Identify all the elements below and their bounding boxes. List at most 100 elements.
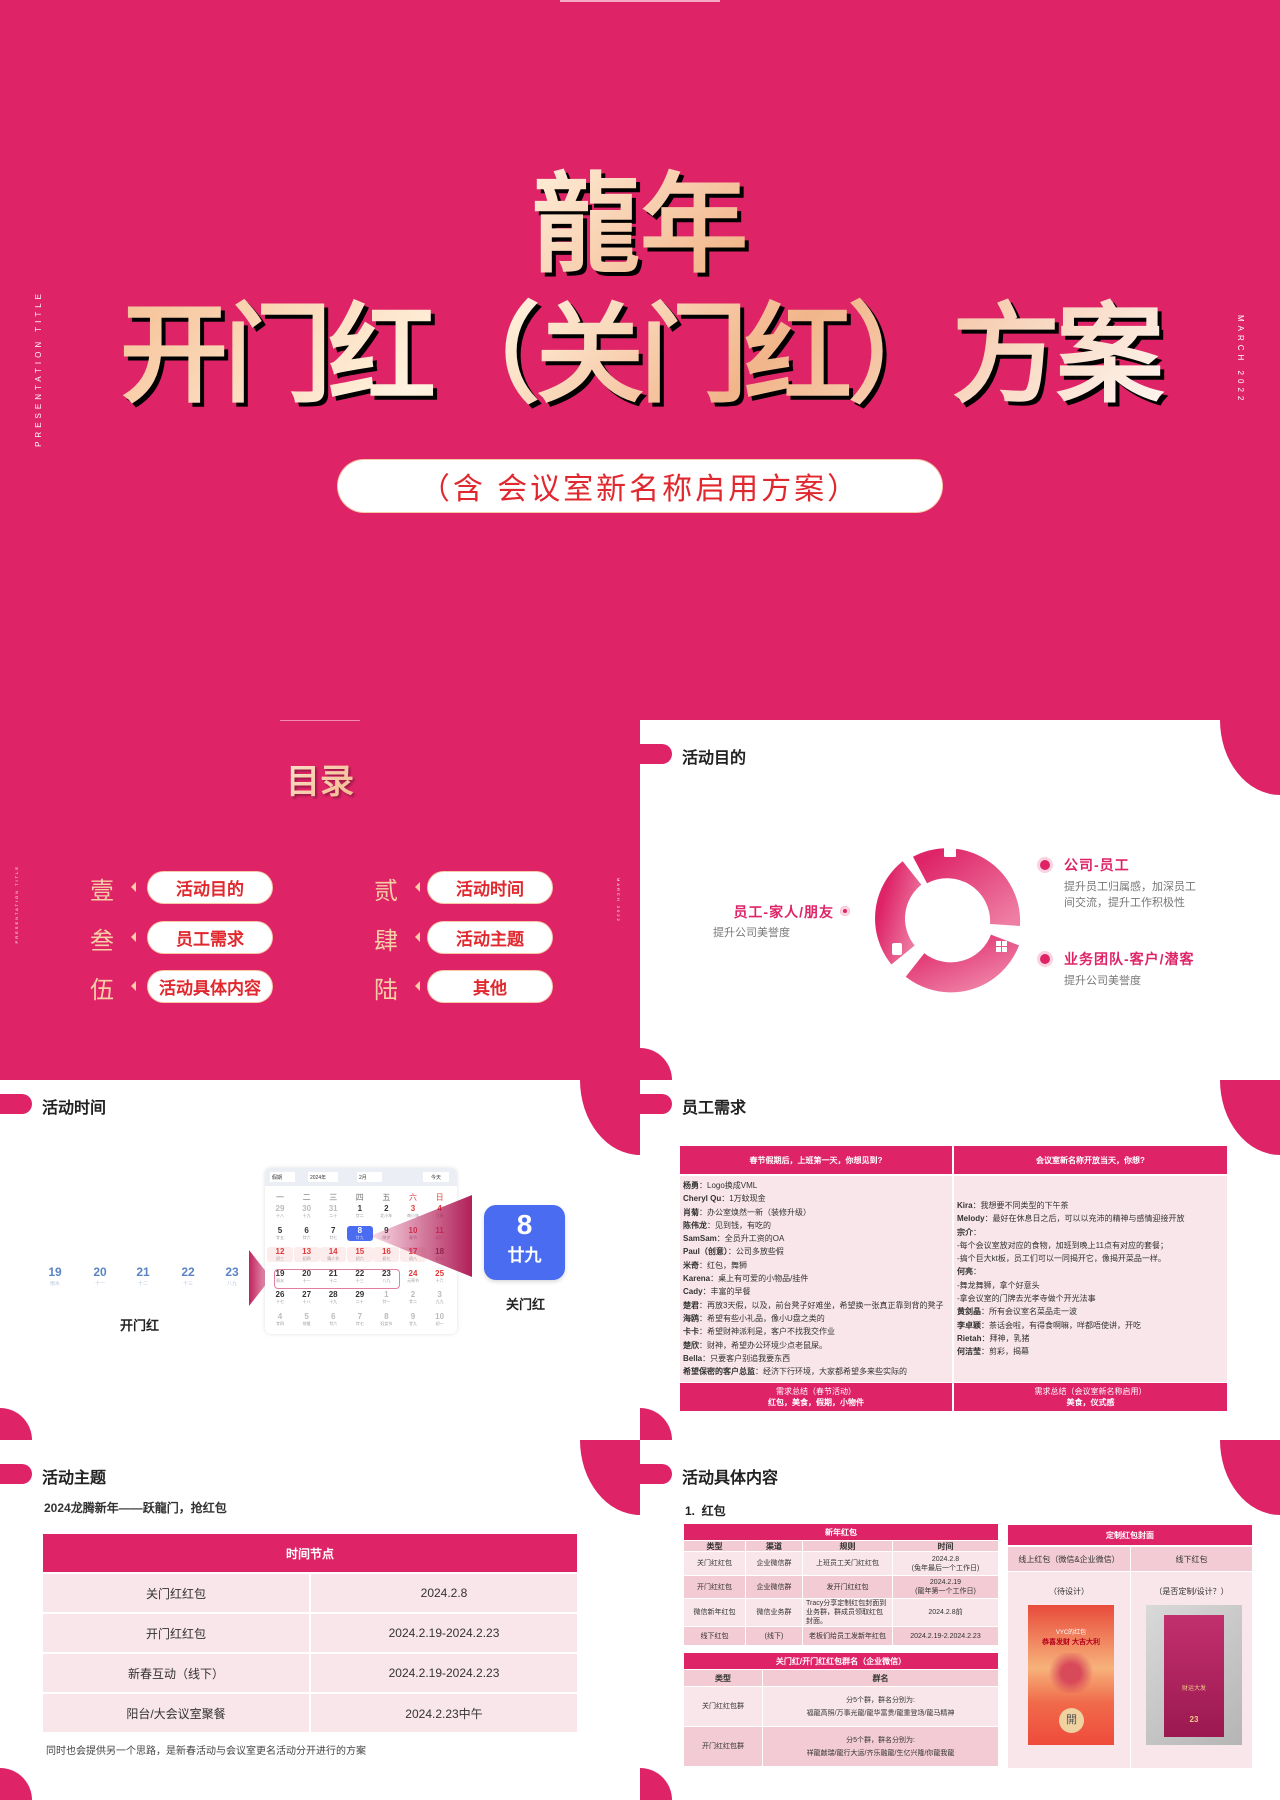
- day-number: 13: [302, 1247, 312, 1256]
- calendar-day[interactable]: 10 初一: [427, 1312, 453, 1327]
- needs-line: Karena：桌上有可爱的小物品/挂件: [683, 1272, 949, 1285]
- calendar-day[interactable]: 31 二十: [320, 1204, 346, 1219]
- calendar-day[interactable]: 26 十七: [267, 1290, 293, 1305]
- day-number: 15: [355, 1247, 365, 1256]
- calendar-day[interactable]: 30 十九: [294, 1204, 320, 1219]
- day-number: 25: [435, 1268, 445, 1278]
- week-highlight-box: [274, 1269, 400, 1289]
- needs-line: Melody：最好在休息日之后，可以以充沛的精神与感情迎接开放: [957, 1212, 1224, 1225]
- needs-col2-body: Kira：我想要不同类型的下午茶 Melody：最好在休息日之后，可以以充沛的精神…: [954, 1176, 1227, 1382]
- year-select[interactable]: 2024年: [308, 1172, 338, 1182]
- calendar-day[interactable]: 25 十六: [427, 1269, 453, 1284]
- calendar-day[interactable]: 8 妇女节: [373, 1312, 399, 1327]
- calendar-day[interactable]: 12 初三: [267, 1247, 293, 1262]
- weekday-header: 三: [329, 1193, 338, 1202]
- needs-line: 杨勇：Logo换成VML: [683, 1179, 949, 1192]
- cover-slide: 龍年 开门红（关门红）方案 PRESENTATION TITLE MARCH 2…: [0, 0, 1280, 720]
- needs-line: 何亮：: [957, 1265, 1224, 1278]
- calendar-day[interactable]: 7 廿七: [320, 1226, 346, 1241]
- today-button[interactable]: 今天: [423, 1172, 449, 1182]
- calendar-day[interactable]: 16 初七: [373, 1247, 400, 1262]
- toc-item-0[interactable]: 活动目的: [148, 872, 272, 903]
- respondent-name: 楚欣: [683, 1340, 699, 1350]
- corner-decoration: [1220, 720, 1280, 795]
- date-lunar: 十二: [137, 1281, 148, 1287]
- calendar-day[interactable]: 5 惊蛰: [294, 1312, 320, 1327]
- date-lunar: 十三: [182, 1281, 193, 1287]
- respondent-name: SamSam: [683, 1234, 717, 1244]
- calendar-day[interactable]: 1 廿二: [347, 1204, 373, 1219]
- day-number: 4: [277, 1311, 283, 1321]
- toc-arrow-icon: [131, 981, 136, 991]
- calendar-day[interactable]: 8 廿九: [346, 1225, 373, 1241]
- toc-item-2[interactable]: 员工需求: [148, 922, 272, 953]
- highlight-day-tile: 8 廿九: [484, 1205, 565, 1280]
- calendar-day[interactable]: 14 情人节: [320, 1247, 347, 1262]
- cover-table-title: 定制红包封面: [1008, 1525, 1252, 1545]
- purpose-slide: 活动目的 员工-家人/朋友 提升公司美誉度 公司-员工 提升员工归属感，加深员工…: [640, 720, 1280, 1080]
- header-marker: [640, 744, 672, 764]
- calendar-day[interactable]: 29 二十: [347, 1290, 373, 1305]
- date-number: 19: [48, 1265, 62, 1279]
- right-top-desc: 间交流，提升工作积极性: [1064, 897, 1185, 909]
- toc-arrow-icon: [131, 932, 136, 942]
- toc-side-right: MARCH 2022: [616, 878, 621, 923]
- calendar-day[interactable]: 5 廿五: [267, 1226, 293, 1241]
- needs-line: 楚君：再放3天假，以及，前台凳子好难坐，希望换一张真正靠到背的凳子: [683, 1299, 949, 1312]
- day-lunar: 十八: [302, 1299, 311, 1304]
- calendar-day[interactable]: 29 十八: [267, 1204, 293, 1219]
- day-number: 14: [328, 1247, 338, 1256]
- online-red-envelope-image: VYC的红包 恭喜发财 大吉大利 開: [1028, 1605, 1114, 1745]
- calendar-day[interactable]: 6 廿六: [320, 1312, 346, 1327]
- toc-item-5[interactable]: 其他: [428, 971, 552, 1002]
- toc-arrow-icon: [415, 932, 420, 942]
- respondent-name: 黄剑晶: [957, 1307, 981, 1317]
- table-cell: 发开门红红包: [803, 1576, 892, 1598]
- response-text: ：桌上有可爱的小物品/挂件: [710, 1274, 809, 1284]
- right-top-desc: 提升员工归属感，加深员工: [1064, 881, 1196, 893]
- calendar-day[interactable]: 27 十八: [294, 1290, 320, 1305]
- needs-line: -搞个巨大kt板，员工们可以一同揭开它，像揭开菜品一样。: [957, 1252, 1224, 1265]
- details-slide: 活动具体内容 1. 红包 新年红包 类型 渠道 规则 时间 关门红红包 企业微信群 上班员工关…: [640, 1440, 1280, 1800]
- cover-subtitle: （含 会议室新名称启用方案）: [419, 473, 861, 506]
- cover-title-line1: 龍年: [60, 165, 1220, 285]
- table-cell: 2024.2.19 (龍年第一个工作日): [893, 1576, 998, 1598]
- day-lunar: 廿六: [302, 1234, 311, 1240]
- needs-line: 陈伟龙：见到钱，有吃的: [683, 1219, 949, 1232]
- calendar-day[interactable]: 13 初四: [293, 1247, 320, 1262]
- response-text: ：经济下行环境，大家都希望多来些实际的: [755, 1367, 907, 1377]
- calendar-day[interactable]: 2 廿二: [400, 1290, 426, 1305]
- response-text: -拿会议室的门牌去光孝寺做个开光法事: [957, 1294, 1096, 1304]
- day-number: 30: [302, 1204, 312, 1213]
- cycle-diagram: [875, 847, 1021, 993]
- calendar-day[interactable]: 3 九九: [427, 1290, 453, 1305]
- table-cell: 上班员工关门红红包: [803, 1552, 892, 1575]
- calendar-day[interactable]: 7 廿七: [347, 1312, 373, 1327]
- calendar-day[interactable]: 2 北小年: [373, 1204, 399, 1219]
- response-text: ：1万蚊现金: [721, 1194, 766, 1204]
- table-header: 类型: [684, 1541, 745, 1551]
- calendar-day[interactable]: 9 廿九: [400, 1312, 426, 1327]
- day-number: 3: [410, 1204, 416, 1213]
- corner-decoration: [0, 1768, 32, 1800]
- day-number: 6: [304, 1225, 309, 1235]
- respondent-name: Kira: [957, 1201, 973, 1210]
- respondent-name: Cheryl Qu: [683, 1194, 722, 1204]
- calendar-day[interactable]: 24 元宵节: [400, 1269, 426, 1284]
- month-select[interactable]: 2月: [357, 1172, 382, 1182]
- cover-table-header: 线上红包（微信&企业微信）: [1008, 1547, 1130, 1571]
- toc-item-1[interactable]: 活动时间: [428, 872, 552, 903]
- needs-col2-header: 会议室新名称开放当天，你想?: [954, 1146, 1227, 1174]
- calendar-day[interactable]: 15 初六: [346, 1247, 373, 1262]
- holiday-select[interactable]: 假期: [270, 1172, 295, 1182]
- day-lunar: 十八: [276, 1213, 284, 1218]
- calendar-day[interactable]: 6 廿六: [294, 1226, 320, 1241]
- toc-item-4[interactable]: 活动具体内容: [148, 971, 272, 1002]
- toc-item-3[interactable]: 活动主题: [428, 922, 552, 953]
- table-cell: 关门红红包群: [684, 1687, 762, 1726]
- weekday-header: 四: [355, 1193, 364, 1202]
- calendar-day[interactable]: 28 十九: [320, 1290, 346, 1305]
- calendar-day[interactable]: 4 廿四: [267, 1312, 293, 1327]
- calendar-day[interactable]: 1 廿一: [373, 1290, 399, 1305]
- theme-subtitle: 2024龙腾新年——跃龍门，抢红包: [44, 1501, 227, 1515]
